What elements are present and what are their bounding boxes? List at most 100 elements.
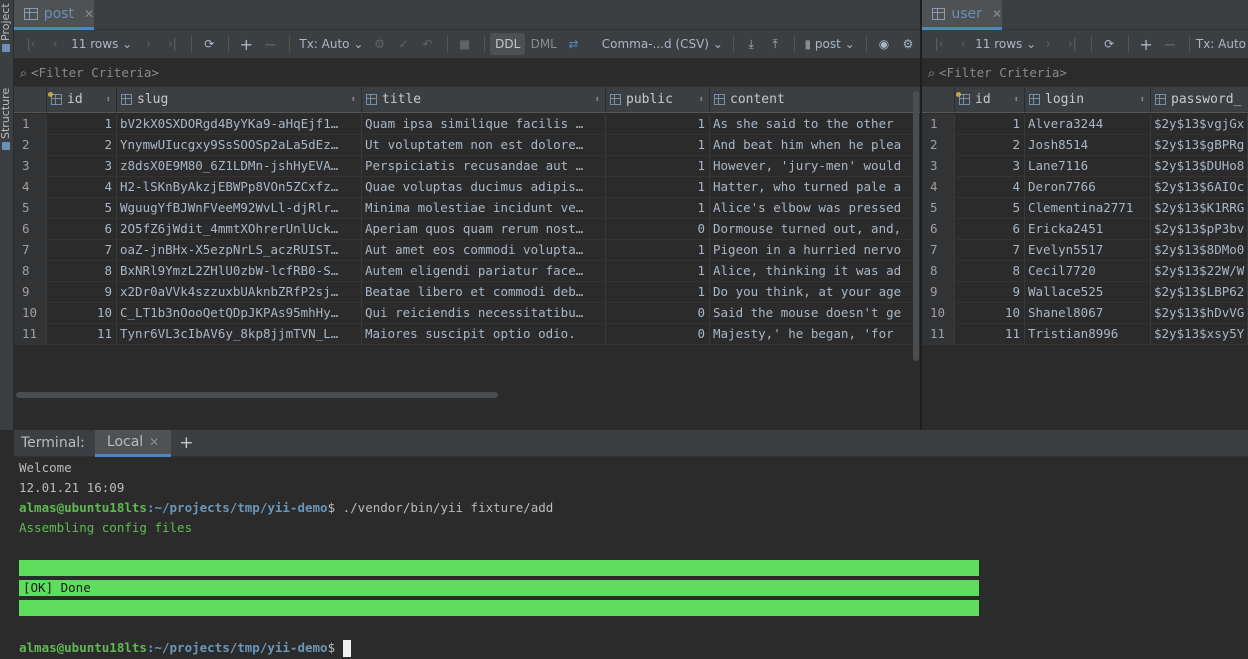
cell-content[interactable]: And beat him when he plea	[710, 135, 921, 156]
row-number[interactable]: 5	[922, 198, 955, 219]
cell-slug[interactable]: bV2kX0SXDORgd4ByYKa9-aHqEjf1…	[117, 114, 362, 135]
table-row[interactable]: 6 6 Ericka2451 $2y$13$pP3bv	[922, 219, 1248, 240]
cell-login[interactable]: Lane7116	[1025, 156, 1151, 177]
cell-public[interactable]: 1	[606, 156, 710, 177]
cell-id[interactable]: 8	[47, 261, 117, 282]
delete-row-icon[interactable]: −	[259, 33, 281, 55]
cell-id[interactable]: 2	[47, 135, 117, 156]
export-format-dropdown[interactable]: Comma-...d (CSV) ⌄	[599, 33, 725, 55]
cell-title[interactable]: Maiores suscipit optio odio.	[362, 324, 606, 345]
first-page-icon[interactable]: |‹	[928, 33, 950, 55]
cell-password[interactable]: $2y$13$LBP62	[1151, 282, 1248, 303]
cell-id[interactable]: 3	[955, 156, 1025, 177]
filter-criteria-input[interactable]: <Filter Criteria>	[939, 65, 1067, 80]
tab-terminal-local[interactable]: Local ✕	[94, 429, 172, 457]
next-page-icon[interactable]: ›	[137, 33, 159, 55]
row-count-dropdown[interactable]: 11 rows ⌄	[68, 33, 135, 55]
cell-id[interactable]: 6	[955, 219, 1025, 240]
cell-id[interactable]: 10	[47, 303, 117, 324]
cell-title[interactable]: Autem eligendi pariatur face…	[362, 261, 606, 282]
table-row[interactable]: 3 3 Lane7116 $2y$13$DUHo8	[922, 156, 1248, 177]
row-number[interactable]: 4	[14, 177, 47, 198]
sort-icon[interactable]: ⬍	[1140, 95, 1145, 105]
table-row[interactable]: 3 3 z8dsX0E9M80_6Z1LDMn-jshHyEVA… Perspicia…	[14, 156, 921, 177]
refresh-icon[interactable]: ⟳	[1098, 33, 1120, 55]
cell-login[interactable]: Evelyn5517	[1025, 240, 1151, 261]
table-row[interactable]: 9 9 Wallace525 $2y$13$LBP62	[922, 282, 1248, 303]
cell-public[interactable]: 1	[606, 114, 710, 135]
upload-icon[interactable]: ⤒	[764, 33, 786, 55]
cell-login[interactable]: Alvera3244	[1025, 114, 1151, 135]
row-number[interactable]: 8	[922, 261, 955, 282]
row-number[interactable]: 7	[14, 240, 47, 261]
table-row[interactable]: 10 10 C_LT1b3nOooQetQDpJKPAs95mhHy… Qui rei…	[14, 303, 921, 324]
user-filter-bar[interactable]: ⌕ <Filter Criteria>	[922, 59, 1248, 87]
cell-login[interactable]: Deron7766	[1025, 177, 1151, 198]
column-header-password[interactable]: password_	[1151, 87, 1248, 113]
row-number[interactable]: 6	[14, 219, 47, 240]
cell-content[interactable]: Alice's elbow was pressed	[710, 198, 921, 219]
cell-login[interactable]: Clementina2771	[1025, 198, 1151, 219]
row-number[interactable]: 10	[922, 303, 955, 324]
cell-title[interactable]: Ut voluptatem non est dolore…	[362, 135, 606, 156]
last-page-icon[interactable]: ›|	[1061, 33, 1083, 55]
horizontal-scrollbar[interactable]	[16, 392, 498, 398]
datasource-dropdown[interactable]: ▮ post ⌄	[801, 33, 858, 55]
sort-icon[interactable]: ⬍	[1014, 95, 1019, 105]
ddl-button[interactable]: DDL	[490, 33, 525, 55]
cell-public[interactable]: 0	[606, 303, 710, 324]
dml-button[interactable]: DML	[527, 33, 561, 55]
cell-id[interactable]: 4	[955, 177, 1025, 198]
row-count-dropdown[interactable]: 11 rows ⌄	[975, 33, 1036, 55]
cell-slug[interactable]: 2O5fZ6jWdit_4mmtXOhrerUnlUck…	[117, 219, 362, 240]
cell-slug[interactable]: H2-lSKnByAkzjEBWPp8VOn5ZCxfz…	[117, 177, 362, 198]
cell-slug[interactable]: C_LT1b3nOooQetQDpJKPAs95mhHy…	[117, 303, 362, 324]
cell-password[interactable]: $2y$13$pP3bv	[1151, 219, 1248, 240]
sort-icon[interactable]: ⬍	[699, 95, 704, 105]
table-row[interactable]: 4 4 Deron7766 $2y$13$6AIOc	[922, 177, 1248, 198]
table-row[interactable]: 11 11 Tristian8996 $2y$13$xsy5Y	[922, 324, 1248, 345]
table-row[interactable]: 7 7 Evelyn5517 $2y$13$8DMo0	[922, 240, 1248, 261]
terminal-output[interactable]: Welcome 12.01.21 16:09 almas@ubuntu18lts…	[19, 458, 1248, 659]
cell-public[interactable]: 1	[606, 240, 710, 261]
close-icon[interactable]: ✕	[992, 7, 1002, 21]
settings-gear-icon[interactable]: ⚙	[897, 33, 919, 55]
row-number[interactable]: 5	[14, 198, 47, 219]
sort-icon[interactable]: ⬍	[106, 95, 111, 105]
cell-password[interactable]: $2y$13$8DMo0	[1151, 240, 1248, 261]
cell-login[interactable]: Shanel8067	[1025, 303, 1151, 324]
commit-check-icon[interactable]: ✓	[393, 33, 415, 55]
row-number[interactable]: 1	[922, 114, 955, 135]
cell-content[interactable]: Alice, thinking it was ad	[710, 261, 921, 282]
cell-content[interactable]: However, 'jury-men' would	[710, 156, 921, 177]
new-terminal-icon[interactable]: +	[179, 433, 193, 453]
tab-user[interactable]: user ✕	[922, 0, 1002, 30]
cell-slug[interactable]: WguugYfBJWnFVeeM92WvLl-djRlr…	[117, 198, 362, 219]
add-row-icon[interactable]: +	[235, 33, 257, 55]
cell-slug[interactable]: BxNRl9YmzL2ZHlU0zbW-lcfRB0-S…	[117, 261, 362, 282]
cell-id[interactable]: 7	[955, 240, 1025, 261]
first-page-icon[interactable]: |‹	[20, 33, 42, 55]
cell-password[interactable]: $2y$13$vgjGx	[1151, 114, 1248, 135]
project-tool-tab[interactable]: Project	[0, 3, 12, 52]
cell-public[interactable]: 1	[606, 198, 710, 219]
row-number[interactable]: 1	[14, 114, 47, 135]
filter-criteria-input[interactable]: <Filter Criteria>	[31, 65, 159, 80]
cell-slug[interactable]: Tynr6VL3cIbAV6y_8kp8jjmTVN_L…	[117, 324, 362, 345]
tx-mode-dropdown[interactable]: Tx: Auto ⌄	[296, 33, 366, 55]
row-number[interactable]: 3	[14, 156, 47, 177]
column-header-slug[interactable]: slug ⬍	[117, 87, 362, 113]
last-page-icon[interactable]: ›|	[161, 33, 183, 55]
cell-id[interactable]: 5	[47, 198, 117, 219]
cell-password[interactable]: $2y$13$xsy5Y	[1151, 324, 1248, 345]
cell-id[interactable]: 9	[47, 282, 117, 303]
cell-content[interactable]: Dormouse turned out, and,	[710, 219, 921, 240]
row-number[interactable]: 9	[14, 282, 47, 303]
table-row[interactable]: 4 4 H2-lSKnByAkzjEBWPp8VOn5ZCxfz… Quae volu…	[14, 177, 921, 198]
cell-id[interactable]: 1	[955, 114, 1025, 135]
cell-slug[interactable]: z8dsX0E9M80_6Z1LDMn-jshHyEVA…	[117, 156, 362, 177]
cell-slug[interactable]: YnymwUIucgxy9SsSOOSp2aLa5dEz…	[117, 135, 362, 156]
download-icon[interactable]: ⤓	[740, 33, 762, 55]
cell-public[interactable]: 0	[606, 324, 710, 345]
cell-content[interactable]: Said the mouse doesn't ge	[710, 303, 921, 324]
